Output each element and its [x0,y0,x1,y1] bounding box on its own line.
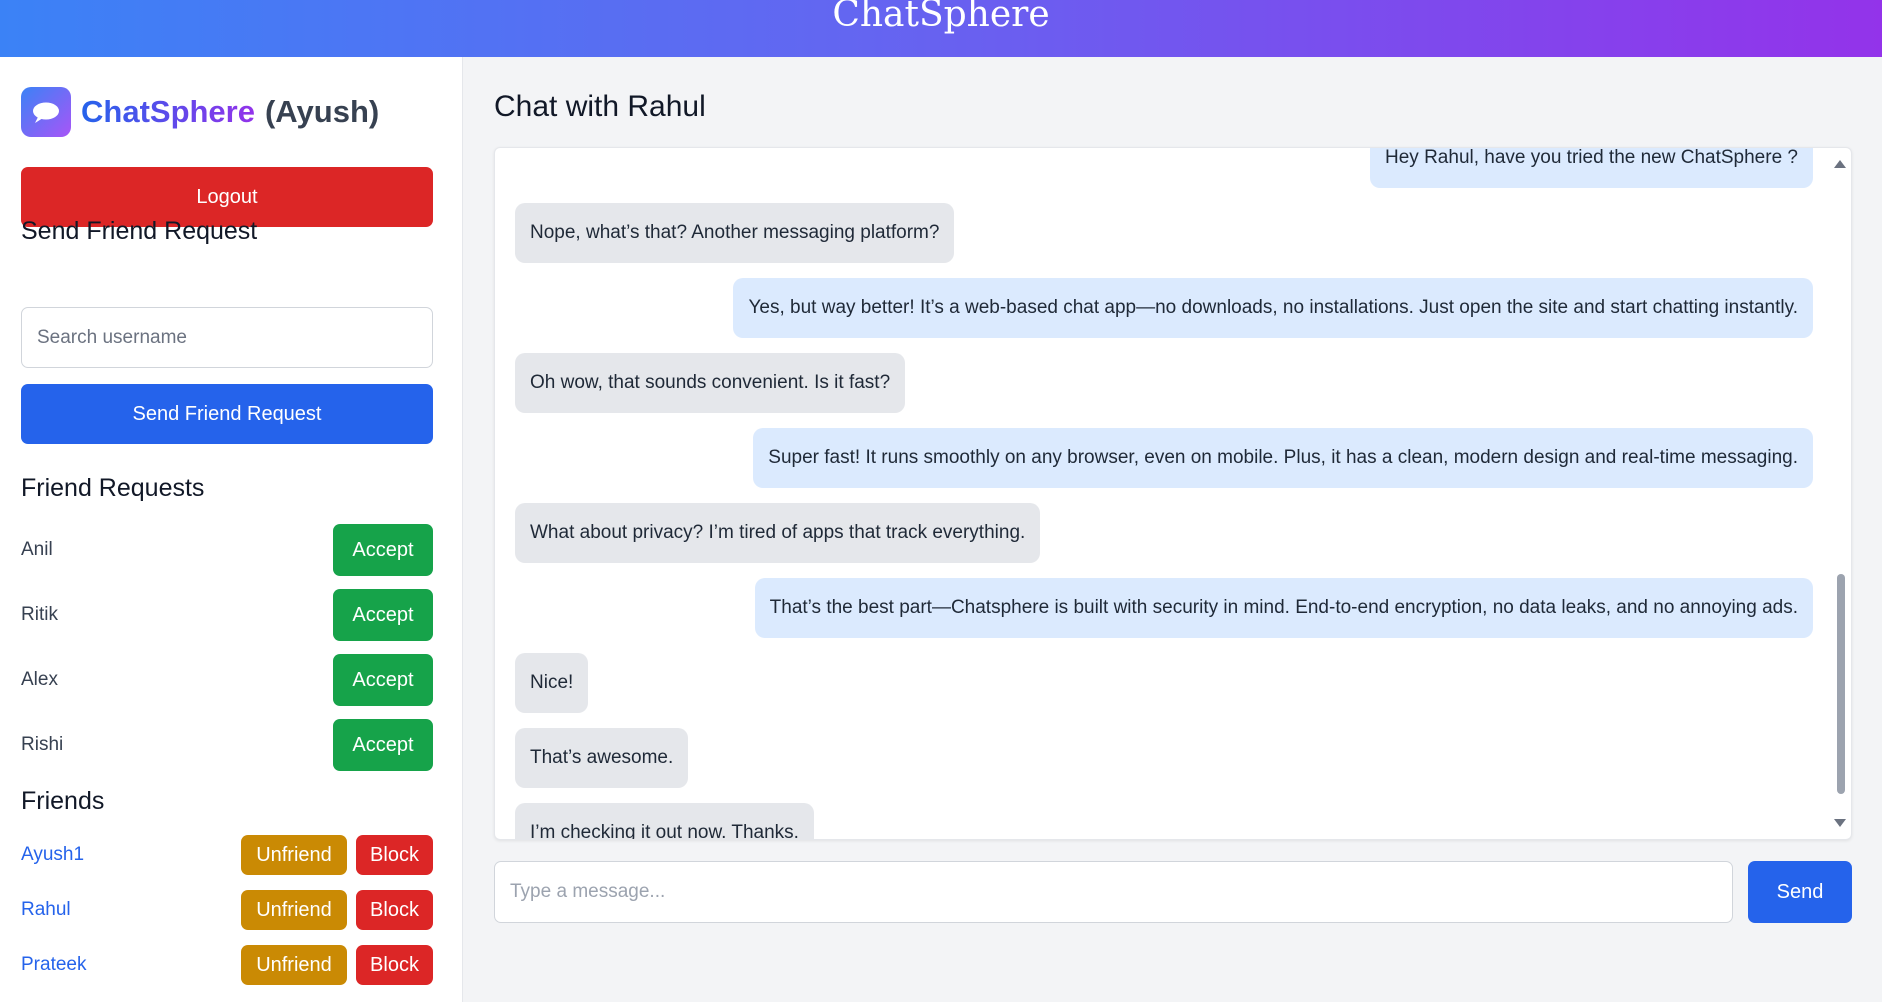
send-request-heading: Send Friend Request [21,217,258,245]
accept-button[interactable]: Accept [333,589,433,641]
friend-link[interactable]: Rahul [21,899,241,921]
friends-heading: Friends [21,787,105,815]
scroll-up-arrow-icon[interactable] [1834,160,1846,168]
friend-request-name: Rishi [21,734,64,755]
message-bubble-sent: That’s the best part—Chatsphere is built… [754,578,1813,638]
brand: ChatSphere (Ayush) [21,87,379,137]
app-title: ChatSphere [832,0,1050,35]
friend-request-row: Ritik Accept [21,589,433,641]
message-bubble-received: Oh wow, that sounds convenient. Is it fa… [515,353,906,413]
message-bubble-sent: Yes, but way better! It’s a web-based ch… [733,278,1813,338]
scroll-down-arrow-icon[interactable] [1834,819,1846,827]
message-bubble-sent: Hey Rahul, have you tried the new ChatSp… [1370,148,1813,188]
friend-request-name: Alex [21,669,58,690]
message-list[interactable]: Hey Rahul, have you tried the new ChatSp… [494,147,1852,840]
brand-name: ChatSphere [81,94,255,129]
current-user-label: (Ayush) [264,94,380,129]
friend-request-row: Rishi Accept [21,719,433,771]
block-button[interactable]: Block [356,890,433,930]
accept-button[interactable]: Accept [333,654,433,706]
friend-request-name: Anil [21,539,53,560]
chat-bubble-icon [21,87,71,137]
search-username-input[interactable] [21,307,433,368]
unfriend-button[interactable]: Unfriend [241,890,347,930]
scroll-thumb[interactable] [1837,574,1845,794]
block-button[interactable]: Block [356,945,433,985]
sidebar: ChatSphere (Ayush) Logout Send Friend Re… [0,57,463,1002]
friend-request-row: Alex Accept [21,654,433,706]
friend-row: Prateek Unfriend Block [21,944,433,986]
chat-title: Chat with Rahul [494,90,706,123]
message-input[interactable] [494,861,1733,923]
send-friend-request-button[interactable]: Send Friend Request [21,384,433,444]
message-bubble-received: Nice! [515,653,589,713]
friend-request-row: Anil Accept [21,524,433,576]
friend-request-name: Ritik [21,604,58,625]
message-bubble-received: What about privacy? I’m tired of apps th… [515,503,1041,563]
friend-row: Ayush1 Unfriend Block [21,834,433,876]
chat-scrollbar[interactable] [1831,148,1851,839]
friend-link[interactable]: Prateek [21,954,241,976]
send-button[interactable]: Send [1748,861,1852,923]
message-bubble-sent: Super fast! It runs smoothly on any brow… [753,428,1813,488]
message-bubble-received: I’m checking it out now. Thanks. [515,803,814,839]
message-bubble-received: That’s awesome. [515,728,689,788]
unfriend-button[interactable]: Unfriend [241,945,347,985]
app-header: ChatSphere [0,0,1882,57]
message-bubble-received: Nope, what’s that? Another messaging pla… [515,203,955,263]
accept-button[interactable]: Accept [333,719,433,771]
block-button[interactable]: Block [356,835,433,875]
friend-link[interactable]: Ayush1 [21,844,241,866]
friend-requests-heading: Friend Requests [21,474,205,502]
unfriend-button[interactable]: Unfriend [241,835,347,875]
accept-button[interactable]: Accept [333,524,433,576]
friend-row: Rahul Unfriend Block [21,889,433,931]
